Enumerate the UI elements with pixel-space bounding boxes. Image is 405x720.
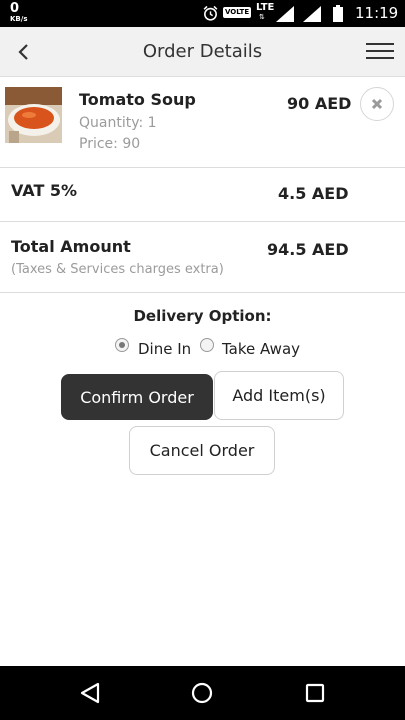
network-speed-unit: KB/s <box>10 15 28 23</box>
delivery-option-label: Delivery Option: <box>133 307 272 325</box>
network-speed-value: 0 <box>10 1 20 16</box>
take-away-radio[interactable] <box>200 338 214 352</box>
network-type: LTE <box>256 2 275 13</box>
item-price: Price: 90 <box>79 136 141 152</box>
hamburger-menu-icon[interactable] <box>366 43 394 61</box>
item-total: 90 AED <box>287 94 352 113</box>
back-triangle-icon[interactable] <box>79 682 101 704</box>
app-header: Order Details <box>0 27 405 77</box>
take-away-label[interactable]: Take Away <box>222 340 300 358</box>
tomato-soup-image <box>5 87 62 143</box>
network-speed: 0 KB/s <box>10 2 27 23</box>
total-row: Total Amount (Taxes & Services charges e… <box>0 222 405 293</box>
signal-icon <box>276 6 294 22</box>
alarm-icon <box>203 5 218 21</box>
total-value: 94.5 AED <box>267 240 349 259</box>
vat-value: 4.5 AED <box>278 184 349 203</box>
confirm-order-button[interactable]: Confirm Order <box>61 374 213 420</box>
wifi-signal-icon <box>303 6 321 22</box>
clock: 11:19 <box>355 4 399 22</box>
remove-item-button[interactable] <box>360 87 394 121</box>
total-label: Total Amount <box>11 237 131 256</box>
volte-badge: VOLTE <box>223 7 252 18</box>
add-items-button[interactable]: Add Item(s) <box>214 371 344 420</box>
dine-in-label[interactable]: Dine In <box>138 340 191 358</box>
dine-in-radio[interactable] <box>115 338 129 352</box>
vat-label: VAT 5% <box>11 181 78 200</box>
total-note: (Taxes & Services charges extra) <box>11 262 224 277</box>
order-item-row: Tomato Soup Quantity: 1 Price: 90 90 AED <box>0 77 405 168</box>
vat-row: VAT 5% 4.5 AED <box>0 167 405 222</box>
cancel-order-button[interactable]: Cancel Order <box>129 426 275 475</box>
item-name: Tomato Soup <box>79 90 196 109</box>
page-title: Order Details <box>142 41 263 62</box>
home-circle-icon[interactable] <box>191 682 213 704</box>
recent-apps-icon[interactable] <box>305 683 325 703</box>
system-navigation-bar <box>0 666 405 720</box>
data-activity-icon: ⇅ <box>259 13 265 21</box>
status-bar: 0 KB/s VOLTE LTE ⇅ 11:19 <box>0 0 405 27</box>
battery-icon <box>333 5 343 22</box>
item-quantity: Quantity: 1 <box>79 115 157 131</box>
close-icon <box>371 98 383 110</box>
